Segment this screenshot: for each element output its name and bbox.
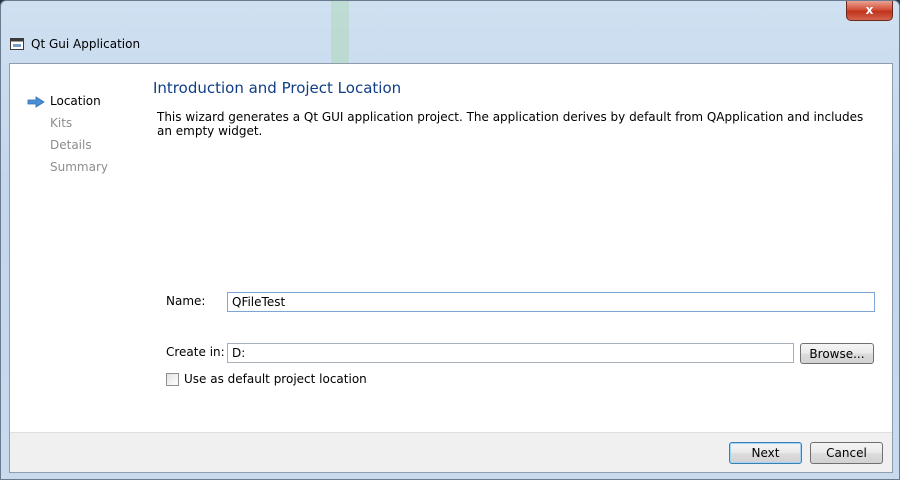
wizard-step-location: Location [50,94,101,108]
close-button[interactable]: x [846,1,893,21]
arrow-right-icon [27,96,45,108]
default-location-label: Use as default project location [184,372,367,386]
browse-button[interactable]: Browse... [800,343,874,364]
wizard-page: Location Kits Details Summary Introducti… [10,64,892,432]
window-icon [10,38,24,50]
page-description: This wizard generates a Qt GUI applicati… [157,110,864,138]
wizard-step-summary: Summary [50,160,108,174]
page-title: Introduction and Project Location [153,79,402,97]
wizard-step-details: Details [50,138,92,152]
button-bar-divider [10,432,892,433]
wizard-step-kits: Kits [50,116,73,130]
cancel-button[interactable]: Cancel [810,442,883,464]
next-button[interactable]: Next [729,442,802,464]
window-title: Qt Gui Application [31,37,141,51]
wizard-client-area: Location Kits Details Summary Introducti… [9,63,893,473]
title-bar[interactable]: Qt Gui Application x [1,1,899,63]
create-in-input[interactable] [227,343,794,363]
name-label: Name: [166,294,206,308]
create-in-label: Create in: [166,345,225,359]
name-input[interactable] [227,292,875,312]
close-icon: x [865,3,874,17]
wizard-window: Qt Gui Application x Location Kits Detai… [0,0,900,480]
default-location-checkbox[interactable] [166,373,179,386]
